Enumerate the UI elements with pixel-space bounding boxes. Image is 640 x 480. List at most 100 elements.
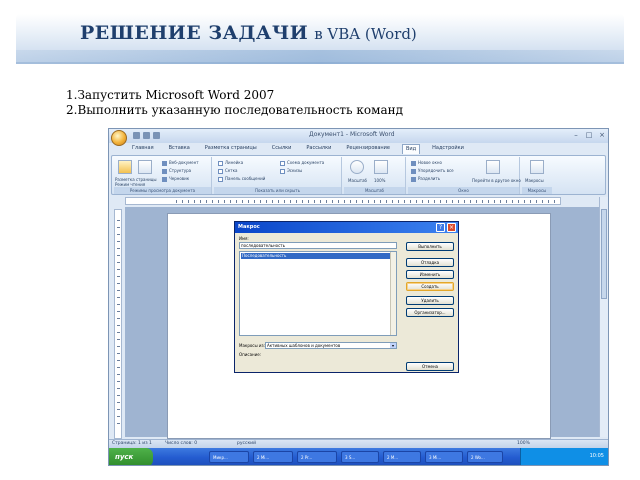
tab-insert[interactable]: Вставка bbox=[166, 144, 193, 154]
ruler-ticks bbox=[117, 220, 120, 430]
horizontal-ruler[interactable] bbox=[125, 197, 561, 205]
header-wave bbox=[16, 50, 624, 64]
steps-list: 1.Запустить Microsoft Word 2007 2.Выполн… bbox=[66, 88, 403, 118]
start-button[interactable]: пуск bbox=[109, 448, 153, 465]
close-icon[interactable]: × bbox=[447, 223, 456, 232]
slide-title-sub: в VBA (Word) bbox=[314, 25, 417, 43]
word-window-title: Документ1 - Microsoft Word bbox=[309, 131, 395, 138]
ribbon-group-show-hide: Линейка Сетка Панель сообщений Схема док… bbox=[214, 157, 342, 194]
macro-name-label: Имя: bbox=[239, 236, 249, 241]
macro-dialog: Макрос ? × Имя: последовательность После… bbox=[234, 221, 459, 373]
ribbon-item[interactable]: Масштаб bbox=[348, 178, 367, 183]
chevron-down-icon[interactable]: ▾ bbox=[390, 343, 396, 348]
macros-icon[interactable] bbox=[530, 160, 544, 174]
status-bar: Страница: 1 из 1 Число слов: 0 русский 1… bbox=[109, 439, 608, 448]
ribbon-group-macros: Макросы Макросы bbox=[522, 157, 552, 194]
status-page[interactable]: Страница: 1 из 1 bbox=[112, 441, 152, 446]
delete-button[interactable]: Удалить bbox=[406, 296, 454, 305]
ribbon-item[interactable]: Панель сообщений bbox=[218, 176, 265, 182]
maximize-button[interactable]: □ bbox=[584, 131, 594, 139]
step-item: 1.Запустить Microsoft Word 2007 bbox=[66, 88, 275, 102]
ribbon-group-label: Режимы просмотра документа bbox=[114, 187, 211, 194]
ribbon-tabs: Главная Вставка Разметка страницы Ссылки… bbox=[129, 144, 467, 154]
ribbon-group-window: Новое окно Упорядочить все Разделить Пер… bbox=[408, 157, 521, 194]
tab-home[interactable]: Главная bbox=[129, 144, 157, 154]
taskbar-item[interactable]: 2 Pr... bbox=[297, 451, 337, 463]
tab-view[interactable]: Вид bbox=[402, 144, 421, 154]
taskbar-item[interactable]: 2 Mi... bbox=[253, 451, 293, 463]
zoom-magnifier-icon[interactable] bbox=[350, 160, 364, 174]
ribbon-group-views: Разметка страницы Режим чтения Веб-докум… bbox=[114, 157, 212, 194]
print-layout-icon[interactable] bbox=[118, 160, 132, 174]
ribbon-item[interactable]: Эскизы bbox=[280, 168, 302, 174]
status-words[interactable]: Число слов: 0 bbox=[165, 441, 197, 446]
word-window-screenshot: Документ1 - Microsoft Word – □ × Главная… bbox=[108, 128, 609, 466]
dialog-title: Макрос bbox=[238, 224, 260, 230]
clock: 10:05 bbox=[589, 453, 604, 459]
tab-review[interactable]: Рецензирование bbox=[343, 144, 393, 154]
ribbon-item[interactable]: Структура bbox=[162, 168, 191, 174]
list-item[interactable]: Последовательность bbox=[241, 253, 395, 259]
ribbon-item[interactable]: Новое окно bbox=[411, 160, 442, 166]
system-tray: 10:05 bbox=[520, 448, 608, 465]
description-label: Описание: bbox=[239, 352, 262, 357]
minimize-button[interactable]: – bbox=[571, 131, 581, 139]
macros-in-select[interactable]: Активных шаблонов и документов ▾ bbox=[265, 342, 397, 349]
vertical-scrollbar[interactable] bbox=[599, 197, 608, 437]
redo-icon[interactable] bbox=[153, 132, 160, 139]
step-into-button[interactable]: Отладка bbox=[406, 258, 454, 267]
taskbar-item[interactable]: Микр... bbox=[209, 451, 249, 463]
word-title-bar: Документ1 - Microsoft Word – □ × bbox=[109, 129, 608, 146]
ribbon: Разметка страницы Режим чтения Веб-докум… bbox=[111, 155, 606, 195]
run-button[interactable]: Выполнить bbox=[406, 242, 454, 251]
edit-button[interactable]: Изменить bbox=[406, 270, 454, 279]
ribbon-group-label: Масштаб bbox=[344, 187, 405, 194]
status-language[interactable]: русский bbox=[237, 441, 256, 446]
ribbon-item[interactable]: Упорядочить все bbox=[411, 168, 454, 174]
macros-button[interactable]: Макросы bbox=[525, 178, 544, 183]
ribbon-item[interactable]: Перейти в другое окно bbox=[472, 178, 521, 183]
ribbon-item[interactable]: Сетка bbox=[218, 168, 237, 174]
ribbon-group-zoom: Масштаб 100% Масштаб bbox=[344, 157, 406, 194]
dialog-title-bar: Макрос ? × bbox=[235, 222, 458, 233]
zoom-100-icon[interactable] bbox=[374, 160, 388, 174]
help-icon[interactable]: ? bbox=[436, 223, 445, 232]
macros-in-value: Активных шаблонов и документов bbox=[267, 343, 341, 348]
tab-addins[interactable]: Надстройки bbox=[429, 144, 467, 154]
organizer-button[interactable]: Организатор... bbox=[406, 308, 454, 317]
ribbon-item[interactable]: Черновик bbox=[162, 176, 189, 182]
tab-page-layout[interactable]: Разметка страницы bbox=[202, 144, 260, 154]
taskbar-item[interactable]: 3 S... bbox=[341, 451, 379, 463]
scrollbar-thumb[interactable] bbox=[601, 209, 607, 299]
tab-references[interactable]: Ссылки bbox=[269, 144, 295, 154]
undo-icon[interactable] bbox=[143, 132, 150, 139]
ribbon-item[interactable]: Линейка bbox=[218, 160, 243, 166]
macro-name-input[interactable]: последовательность bbox=[239, 242, 397, 249]
windows-taskbar: пуск Микр... 2 Mi... 2 Pr... 3 S... 2 M.… bbox=[109, 448, 608, 465]
taskbar-item[interactable]: 2 M... bbox=[383, 451, 421, 463]
cancel-button[interactable]: Отмена bbox=[406, 362, 454, 371]
macros-in-label: Макросы из: bbox=[239, 343, 266, 348]
ruler-ticks bbox=[176, 200, 556, 203]
ribbon-group-label: Показать или скрыть bbox=[214, 187, 341, 194]
switch-windows-icon[interactable] bbox=[486, 160, 500, 174]
taskbar-item[interactable]: 3 Mi... bbox=[425, 451, 463, 463]
list-scrollbar[interactable] bbox=[390, 252, 396, 335]
tab-mailings[interactable]: Рассылки bbox=[303, 144, 334, 154]
ribbon-item[interactable]: Веб-документ bbox=[162, 160, 199, 166]
office-button-icon[interactable] bbox=[111, 130, 127, 146]
ribbon-item[interactable]: Схема документа bbox=[280, 160, 324, 166]
reading-mode-icon[interactable] bbox=[138, 160, 152, 174]
close-button[interactable]: × bbox=[597, 131, 607, 139]
slide-title: РЕШЕНИЕ ЗАДАЧИ в VBA (Word) bbox=[80, 22, 417, 44]
zoom-level[interactable]: 100% bbox=[517, 441, 530, 446]
create-button[interactable]: Создать bbox=[406, 282, 454, 291]
taskbar-item[interactable]: 2 Wo... bbox=[467, 451, 503, 463]
ribbon-item[interactable]: Разделить bbox=[411, 176, 440, 182]
ribbon-group-label: Окно bbox=[408, 187, 519, 194]
step-item: 2.Выполнить указанную последовательность… bbox=[66, 103, 403, 117]
save-icon[interactable] bbox=[133, 132, 140, 139]
vertical-ruler[interactable] bbox=[114, 209, 122, 439]
macro-list[interactable]: Последовательность bbox=[239, 251, 397, 336]
ribbon-item[interactable]: 100% bbox=[374, 178, 385, 183]
